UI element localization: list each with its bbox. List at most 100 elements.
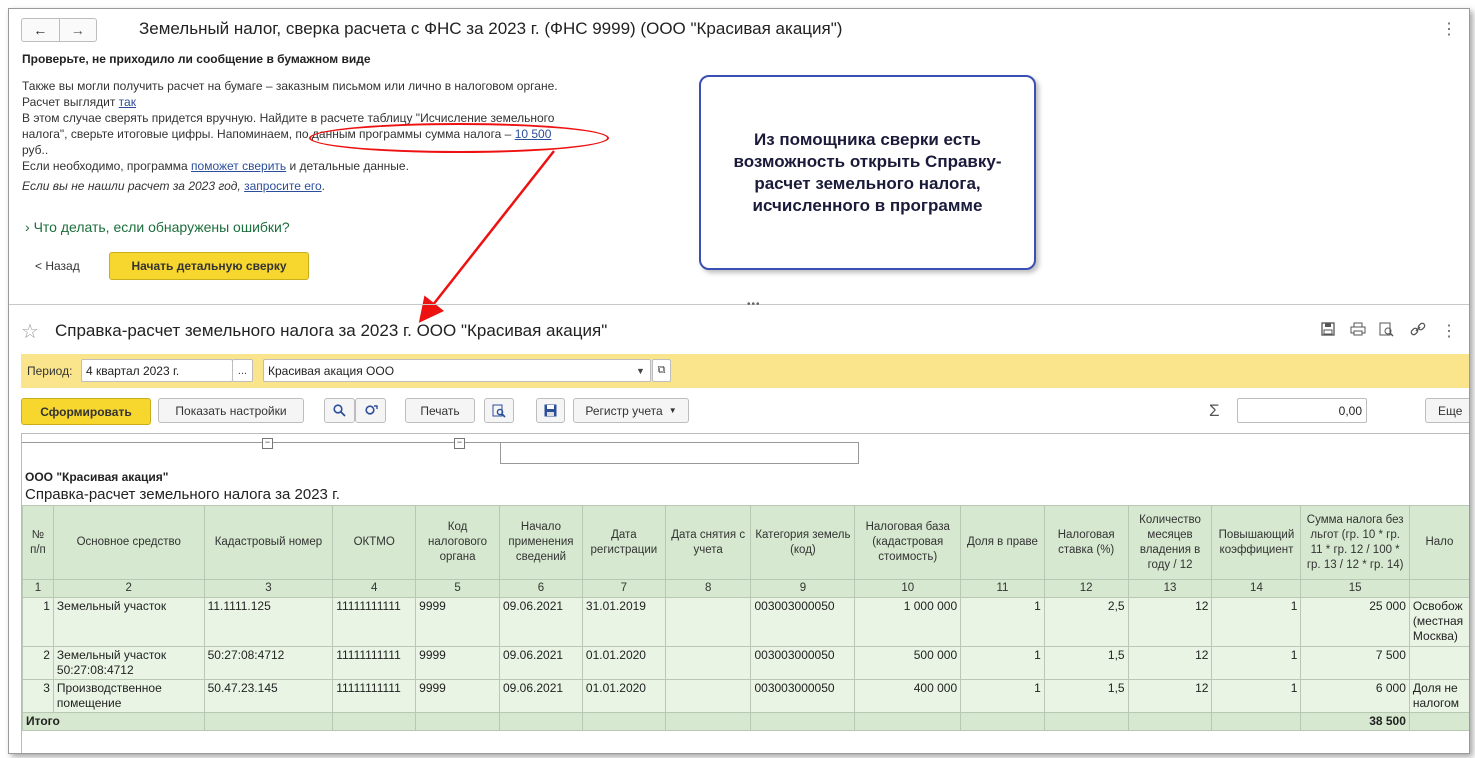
- cell: Земельный участок 50:27:08:4712: [52, 646, 205, 680]
- cell: 12: [1127, 646, 1213, 680]
- table-row[interactable]: 1 Земельный участок 11.1111.125 11111111…: [22, 597, 1469, 647]
- col-number: 9: [750, 579, 856, 598]
- panel-splitter[interactable]: [9, 304, 1469, 305]
- cell: 1,5: [1043, 679, 1129, 713]
- col-number: 1: [22, 579, 54, 598]
- cell: 11111111111: [332, 679, 417, 713]
- cell: 1: [960, 646, 1045, 680]
- col-number: 14: [1211, 579, 1302, 598]
- cell: 6 000: [1300, 679, 1410, 713]
- preview-icon[interactable]: [1379, 322, 1395, 341]
- app-window: ← → Земельный налог, сверка расчета с ФН…: [8, 8, 1470, 754]
- cell: Доля не налогом: [1408, 679, 1469, 713]
- table-row[interactable]: 2 Земельный участок 50:27:08:4712 50:27:…: [22, 646, 1469, 680]
- collapse-group-icon[interactable]: −: [262, 438, 273, 449]
- cell: Производственное помещение: [52, 679, 205, 713]
- col-number: 4: [332, 579, 417, 598]
- register-dropdown[interactable]: Регистр учета ▼: [573, 398, 689, 423]
- open-org-icon[interactable]: ⧉: [652, 359, 671, 382]
- col-number: 7: [581, 579, 666, 598]
- generate-button[interactable]: Сформировать: [21, 398, 151, 425]
- callout-text: Из помощника сверки есть возможность отк…: [733, 129, 1002, 215]
- col-number: 5: [415, 579, 500, 598]
- col-header: Доля в праве: [960, 505, 1045, 580]
- check-line-2-text: Расчет выглядит: [22, 95, 116, 109]
- cell: 1: [960, 597, 1045, 647]
- col-header: Нало: [1408, 505, 1469, 580]
- report-sheet[interactable]: − − ООО "Красивая акация" Справка-расчет…: [21, 433, 1469, 753]
- print-icon[interactable]: [1350, 322, 1366, 340]
- cell: 500 000: [854, 646, 962, 680]
- start-detailed-check-button[interactable]: Начать детальную сверку: [109, 252, 309, 280]
- cell: [1127, 712, 1213, 731]
- search-next-icon[interactable]: [355, 398, 386, 423]
- splitter-handle-icon[interactable]: •••: [747, 299, 761, 310]
- cell: [1211, 712, 1302, 731]
- save-report-icon[interactable]: [536, 398, 565, 423]
- cell: 003003000050: [750, 679, 856, 713]
- period-input[interactable]: 4 квартал 2023 г.: [81, 359, 233, 382]
- back-arrow-icon[interactable]: ←: [22, 19, 60, 41]
- group-line-end: [858, 442, 859, 464]
- total-label: Итого: [22, 712, 205, 731]
- col-header: Категория земель (код): [750, 505, 856, 580]
- cell: 2,5: [1043, 597, 1129, 647]
- col-header: Кадастровый номер: [203, 505, 334, 580]
- cell: [750, 712, 856, 731]
- cell: [1043, 712, 1129, 731]
- cell: 1,5: [1043, 646, 1129, 680]
- cell: 3: [22, 679, 54, 713]
- search-icon[interactable]: [324, 398, 355, 423]
- show-settings-button[interactable]: Показать настройки: [158, 398, 304, 423]
- total-value: 38 500: [1300, 712, 1410, 731]
- cell: 01.01.2020: [581, 646, 666, 680]
- cell: 1: [960, 679, 1045, 713]
- sum-field[interactable]: 0,00: [1237, 398, 1367, 423]
- cell: 9999: [415, 679, 500, 713]
- report-group-header: − −: [22, 434, 1469, 470]
- cell: 003003000050: [750, 597, 856, 647]
- collapse-group-icon[interactable]: −: [454, 438, 465, 449]
- callout-note: Из помощника сверки есть возможность отк…: [699, 75, 1036, 270]
- table-row[interactable]: 3 Производственное помещение 50.47.23.14…: [22, 679, 1469, 713]
- chevron-right-icon: ›: [25, 219, 30, 235]
- group-line: [22, 442, 858, 443]
- request-link[interactable]: запросите его: [244, 179, 322, 193]
- help-compare-link[interactable]: поможет сверить: [191, 159, 286, 173]
- organization-select[interactable]: Красивая акация ООО: [263, 359, 651, 382]
- sample-link[interactable]: так: [119, 95, 136, 109]
- back-button[interactable]: < Назад: [35, 259, 80, 273]
- cell: [664, 597, 752, 647]
- col-header: Налоговая ставка (%): [1043, 505, 1129, 580]
- cell: [854, 712, 962, 731]
- nav-buttons: ← →: [21, 18, 97, 42]
- errors-expander[interactable]: › Что делать, если обнаружены ошибки?: [25, 219, 290, 235]
- forward-arrow-icon[interactable]: →: [60, 19, 97, 41]
- report-more-menu-icon[interactable]: ⋮: [1441, 324, 1457, 340]
- link-icon[interactable]: [1410, 322, 1426, 341]
- report-table: № п/п Основное средство Кадастровый номе…: [22, 505, 1469, 731]
- cell: 2: [22, 646, 54, 680]
- header-row: № п/п Основное средство Кадастровый номе…: [22, 505, 1469, 580]
- cell: [203, 712, 334, 731]
- dropdown-arrow-icon[interactable]: ▼: [631, 360, 650, 381]
- cell: 1 000 000: [854, 597, 962, 647]
- more-button[interactable]: Еще: [1425, 398, 1469, 423]
- check-line-6-text: Если необходимо, программа: [22, 159, 188, 173]
- cell: [1408, 646, 1469, 680]
- col-header: Количество месяцев владения в году / 12: [1127, 505, 1213, 580]
- period-picker-button[interactable]: ...: [232, 359, 253, 382]
- total-row[interactable]: Итого 38 500: [22, 712, 1469, 731]
- cell: 09.06.2021: [499, 597, 583, 647]
- cell: Освобож (местная Москва): [1408, 597, 1469, 647]
- col-header: Начало применения сведений: [499, 505, 583, 580]
- print-preview-icon[interactable]: [484, 398, 514, 423]
- print-button[interactable]: Печать: [405, 398, 475, 423]
- favorite-star-icon[interactable]: ☆: [21, 319, 39, 344]
- check-line-6-suffix: и детальные данные.: [289, 159, 409, 173]
- check-line-2: Расчет выглядит так: [22, 94, 622, 110]
- cell: [415, 712, 500, 731]
- group-line-mid: [500, 442, 501, 464]
- more-menu-icon[interactable]: ⋮: [1441, 22, 1457, 38]
- save-icon[interactable]: [1321, 322, 1335, 340]
